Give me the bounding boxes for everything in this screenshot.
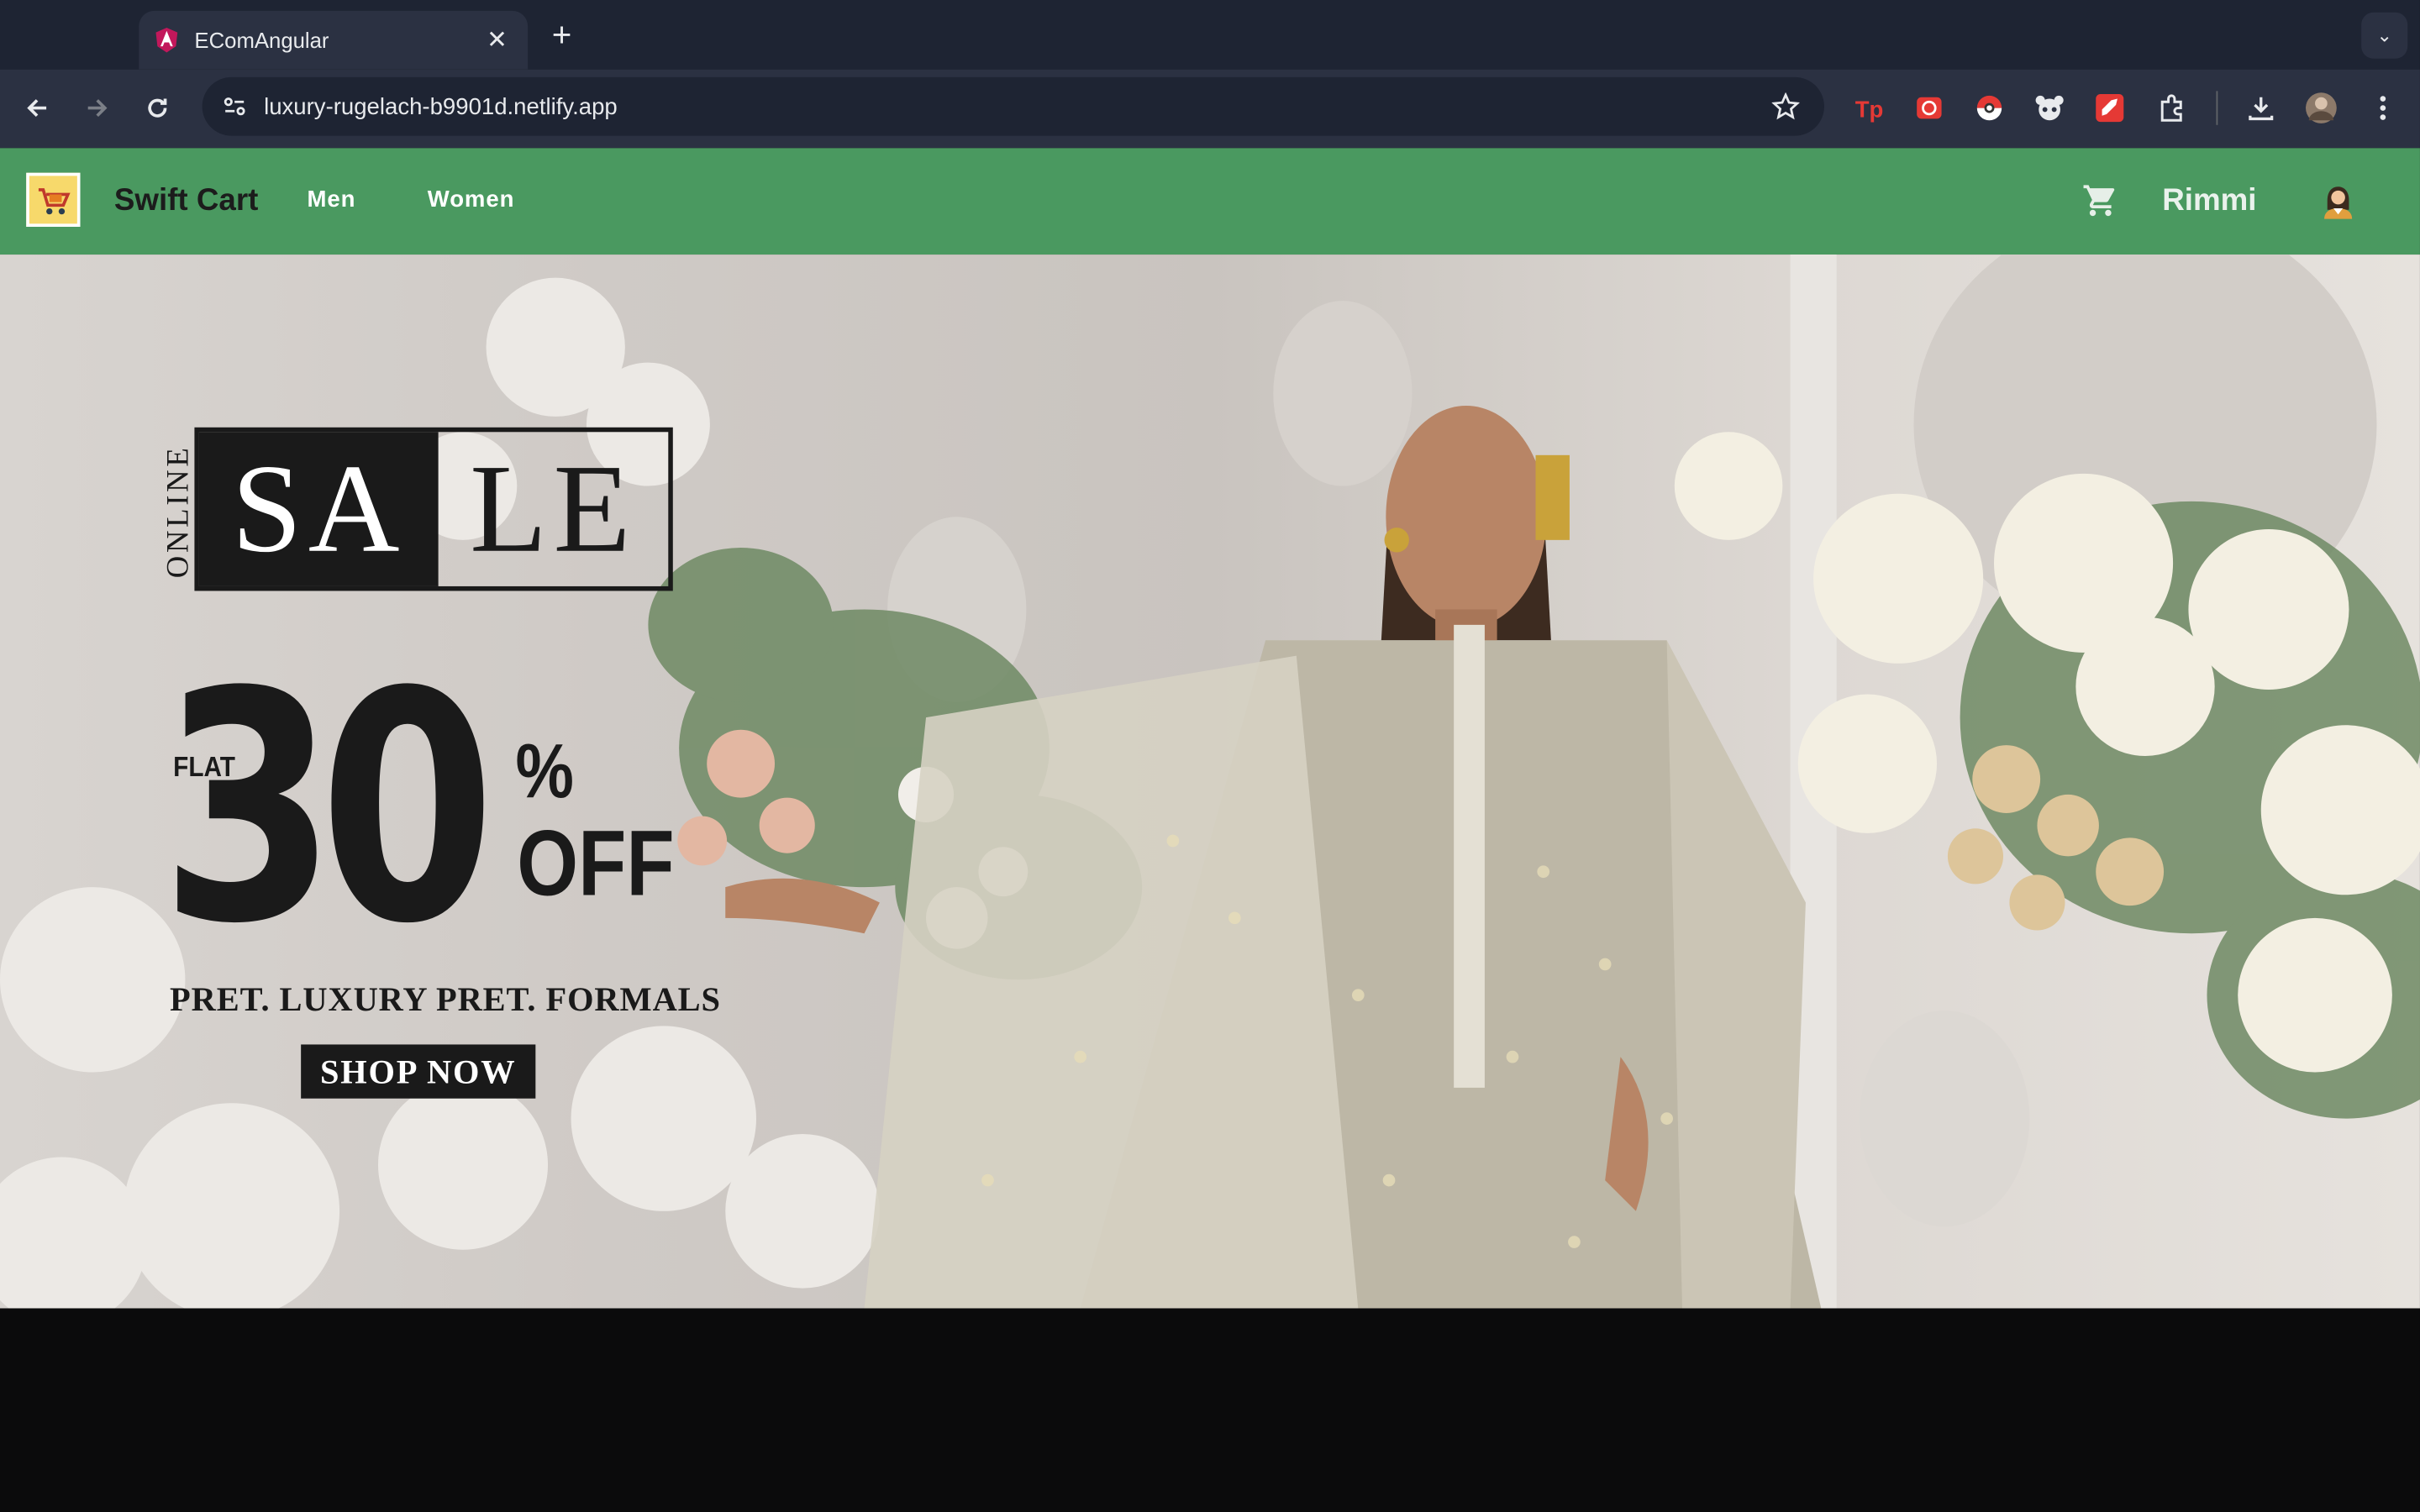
download-icon[interactable]: [2243, 90, 2280, 127]
browser-window: EComAngular ✕ + ⌄ luxury-rugelach-b9901d…: [0, 0, 2420, 1512]
sale-title-right: LE: [470, 438, 637, 579]
back-icon[interactable]: [20, 91, 54, 124]
flat-label: FLAT: [173, 751, 235, 783]
forward-icon[interactable]: [81, 91, 114, 124]
hero-banner[interactable]: ONLINE SA LE 30 FLAT % OFF PRET. LUXURY …: [0, 255, 2420, 1309]
close-tab-icon[interactable]: ✕: [481, 24, 513, 55]
sale-title: SA LE: [194, 427, 673, 591]
shopping-cart-icon[interactable]: [2082, 182, 2119, 219]
off-label: OFF: [517, 811, 675, 916]
user-avatar-icon[interactable]: [2320, 182, 2357, 219]
reload-icon[interactable]: [140, 91, 174, 124]
hero-tagline: PRET. LUXURY PRET. FORMALS: [170, 979, 721, 1019]
tab-search-icon[interactable]: ⌄: [2361, 12, 2408, 59]
percent-sign: %: [515, 727, 574, 815]
bookmark-star-icon[interactable]: [1769, 90, 1802, 123]
discount-number: 30: [160, 626, 496, 994]
new-tab-icon[interactable]: +: [544, 15, 581, 55]
browser-toolbar: luxury-rugelach-b9901d.netlify.app Tp: [0, 69, 2420, 149]
site-navbar: Swift Cart Men Women Rimmi: [0, 148, 2420, 255]
extension-panda-icon[interactable]: [2031, 90, 2068, 127]
tab-active[interactable]: EComAngular ✕: [139, 10, 529, 70]
extensions-puzzle-icon[interactable]: [2153, 90, 2190, 127]
browser-menu-icon[interactable]: [2365, 90, 2402, 127]
shop-now-button[interactable]: SHOP NOW: [301, 1044, 536, 1099]
brand-name[interactable]: Swift Cart: [114, 184, 258, 219]
svg-text:Tp: Tp: [1855, 97, 1884, 123]
angular-favicon-icon: [155, 28, 178, 53]
extension-rocket-icon[interactable]: [2091, 90, 2128, 127]
url-text[interactable]: luxury-rugelach-b9901d.netlify.app: [264, 93, 1769, 119]
extension-tp-icon[interactable]: Tp: [1850, 90, 1887, 127]
nav-men[interactable]: Men: [308, 186, 356, 213]
toolbar-divider: [2216, 91, 2218, 125]
address-bar[interactable]: luxury-rugelach-b9901d.netlify.app: [202, 76, 1824, 136]
cart-logo-icon[interactable]: [26, 172, 81, 227]
site-info-icon[interactable]: [218, 90, 251, 123]
tab-strip: EComAngular ✕ + ⌄: [0, 0, 2420, 70]
profile-avatar-icon[interactable]: [2302, 90, 2339, 127]
sale-title-left: SA: [198, 432, 439, 586]
nav-women[interactable]: Women: [428, 186, 515, 213]
tab-title: EComAngular: [194, 28, 329, 53]
username-label[interactable]: Rimmi: [2162, 184, 2256, 219]
extension-record-icon[interactable]: [1911, 90, 1948, 127]
online-label: ONLINE: [160, 444, 196, 578]
extension-pokeball-icon[interactable]: [1970, 90, 2007, 127]
page-background: [0, 1308, 2420, 1512]
